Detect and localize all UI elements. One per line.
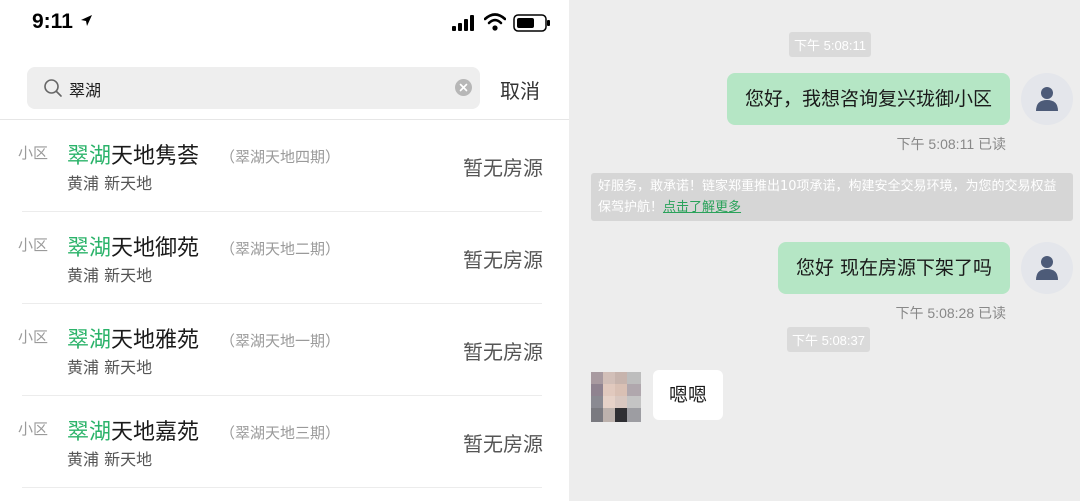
timestamp-pill: 下午 5:08:11	[789, 32, 872, 57]
agent-avatar[interactable]	[591, 372, 641, 422]
community-alias: （翠湖天地三期）	[220, 424, 341, 442]
availability-status: 暂无房源	[463, 248, 543, 272]
district-label: 黄浦 新天地	[67, 266, 153, 285]
community-alias: （翠湖天地二期）	[220, 240, 341, 258]
name-rest: 天地御苑	[111, 236, 200, 261]
community-name: 翠湖天地嘉苑	[67, 414, 199, 446]
list-item[interactable]: 小区 翠湖天地雅苑 （翠湖天地一期） 黄浦 新天地 暂无房源	[0, 304, 569, 396]
community-name: 翠湖天地御苑	[67, 230, 199, 262]
list-item[interactable]: 小区 翠湖天地嘉苑 （翠湖天地三期） 黄浦 新天地 暂无房源	[0, 396, 569, 488]
status-bar: 9:11	[0, 0, 569, 50]
battery-icon	[513, 14, 550, 32]
name-highlight: 翠湖	[67, 328, 112, 353]
cancel-button[interactable]: 取消	[500, 75, 540, 104]
availability-status: 暂无房源	[463, 340, 543, 364]
search-icon	[44, 79, 62, 97]
category-tag: 小区	[18, 144, 49, 162]
list-item[interactable]: 小区 翠湖天地御苑 （翠湖天地二期） 黄浦 新天地 暂无房源	[0, 212, 569, 304]
name-rest: 天地隽荟	[111, 144, 200, 169]
name-highlight: 翠湖	[67, 420, 112, 445]
blurred-avatar-icon	[591, 372, 641, 422]
person-icon	[1036, 87, 1058, 111]
system-notice: 好服务，敢承诺！链家郑重推出10项承诺，构建安全交易环境，为您的交易权益保驾护航…	[591, 173, 1073, 221]
person-icon	[1036, 256, 1058, 280]
availability-status: 暂无房源	[463, 156, 543, 180]
search-query-text: 翠湖	[69, 81, 102, 100]
incoming-message[interactable]: 嗯嗯	[653, 370, 724, 420]
read-receipt: 下午 5:08:11 已读	[896, 136, 1006, 152]
search-panel: 9:11 翠湖 取消 小区 翠湖天地隽荟 （翠湖天地四期） 黄浦 新天地 暂无房…	[0, 0, 569, 501]
district-label: 黄浦 新天地	[67, 358, 153, 377]
availability-status: 暂无房源	[463, 432, 543, 456]
community-name: 翠湖天地隽荟	[67, 138, 199, 170]
read-receipt: 下午 5:08:28 已读	[895, 305, 1007, 321]
community-name: 翠湖天地雅苑	[67, 322, 199, 354]
list-item[interactable]: 小区 翠湖天地隽荟 （翠湖天地四期） 黄浦 新天地 暂无房源	[0, 120, 569, 212]
community-alias: （翠湖天地四期）	[220, 148, 341, 166]
cellular-signal-icon	[452, 15, 474, 31]
name-highlight: 翠湖	[67, 236, 112, 261]
clear-icon[interactable]	[455, 79, 472, 96]
district-label: 黄浦 新天地	[67, 174, 153, 193]
category-tag: 小区	[18, 420, 49, 438]
community-alias: （翠湖天地一期）	[220, 332, 341, 350]
learn-more-link[interactable]: 点击了解更多	[663, 200, 741, 215]
name-rest: 天地雅苑	[111, 328, 200, 353]
location-arrow-icon	[81, 15, 92, 26]
outgoing-message[interactable]: 您好，我想咨询复兴珑御小区	[726, 73, 1010, 125]
category-tag: 小区	[18, 328, 49, 346]
status-time: 9:11	[32, 10, 73, 33]
category-tag: 小区	[18, 236, 49, 254]
divider	[22, 487, 542, 488]
result-list: 小区 翠湖天地隽荟 （翠湖天地四期） 黄浦 新天地 暂无房源 小区 翠湖天地御苑…	[0, 120, 569, 488]
chat-panel: 下午 5:08:11 您好，我想咨询复兴珑御小区 下午 5:08:11 已读 好…	[569, 0, 1080, 501]
wifi-icon	[484, 13, 506, 31]
timestamp-pill: 下午 5:08:37	[787, 327, 870, 352]
district-label: 黄浦 新天地	[67, 450, 153, 469]
outgoing-message[interactable]: 您好 现在房源下架了吗	[777, 242, 1010, 294]
user-avatar	[1021, 242, 1073, 294]
name-rest: 天地嘉苑	[111, 420, 200, 445]
search-input[interactable]: 翠湖	[27, 67, 480, 109]
user-avatar	[1021, 73, 1073, 125]
name-highlight: 翠湖	[67, 144, 112, 169]
